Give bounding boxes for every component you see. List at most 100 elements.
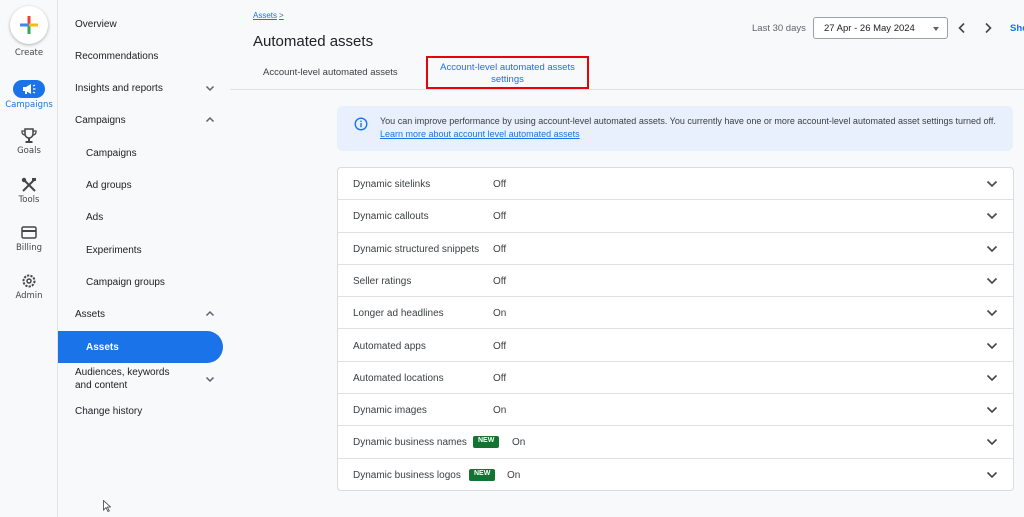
rail-label-billing: Billing [15,243,43,253]
info-text: You can improve performance by using acc… [380,116,996,126]
nav-label: Assets [86,341,119,353]
rail-item-billing[interactable]: Billing [0,225,58,253]
info-icon [354,117,368,131]
nav-label: Campaign groups [86,276,165,288]
chevron-down-icon [205,85,215,92]
nav-item-change-history[interactable]: Change history [58,398,230,424]
nav-label: Insights and reports [75,82,163,94]
info-banner: You can improve performance by using acc… [337,106,1013,151]
chevron-down-icon[interactable] [986,210,998,222]
chevron-up-icon [205,310,215,317]
setting-row-dynamic-callouts[interactable]: Dynamic callouts Off [338,200,1013,233]
setting-name: Seller ratings [353,275,412,287]
chevron-down-icon[interactable] [986,178,998,190]
tools-icon [21,177,36,192]
setting-row-longer-ad-headlines[interactable]: Longer ad headlines On [338,297,1013,330]
chevron-down-icon[interactable] [986,307,998,319]
chevron-down-icon[interactable] [986,404,998,416]
setting-row-dynamic-sitelinks[interactable]: Dynamic sitelinks Off [338,168,1013,201]
nav-item-campaign-groups[interactable]: Campaign groups [58,269,230,295]
nav-item-audiences[interactable]: Audiences, keywords and content [58,365,230,393]
tab-account-level-assets[interactable]: Account-level automated assets [263,67,398,78]
dropdown-caret-icon [933,27,939,31]
show-link[interactable]: Sho [1010,23,1024,34]
nav-label: Campaigns [86,147,137,159]
setting-row-dynamic-business-names[interactable]: Dynamic business names NEW On [338,426,1013,459]
mouse-cursor-icon [103,500,111,512]
chevron-down-icon[interactable] [986,372,998,384]
rail-label-goals: Goals [17,146,41,156]
nav-item-ad-groups[interactable]: Ad groups [58,172,230,198]
rail-item-tools[interactable]: Tools [0,177,58,205]
breadcrumb-separator: > [279,11,284,20]
nav-label: Experiments [86,244,142,256]
setting-name: Dynamic images [353,405,427,417]
chevron-left-icon[interactable] [955,21,969,35]
tab-label-line1: Account-level automated assets [440,62,575,73]
tab-account-level-settings[interactable]: Account-level automated assets settings [426,56,589,89]
nav-item-campaigns[interactable]: Campaigns [58,107,230,133]
setting-name: Dynamic callouts [353,211,429,223]
settings-list: Dynamic sitelinks Off Dynamic callouts O… [337,167,1014,491]
setting-row-dynamic-images[interactable]: Dynamic images On [338,394,1013,427]
setting-name: Automated apps [353,340,426,352]
tab-divider [230,89,1024,90]
rail-label-campaigns: Campaigns [5,100,53,110]
breadcrumb-link[interactable]: Assets [253,11,277,20]
date-range-label: Last 30 days [752,23,806,34]
setting-name: Dynamic business names [353,437,467,449]
nav-label: Ad groups [86,179,132,191]
breadcrumb[interactable]: Assets > [253,11,284,20]
nav-item-ads[interactable]: Ads [58,204,230,230]
nav-item-assets[interactable]: Assets [58,301,230,327]
setting-status: On [493,308,507,320]
chevron-down-icon[interactable] [986,275,998,287]
tab-label-line2: settings [491,74,524,85]
setting-status: On [493,405,507,417]
setting-row-automated-locations[interactable]: Automated locations Off [338,362,1013,395]
setting-status: Off [493,211,507,223]
date-range-picker[interactable]: 27 Apr - 26 May 2024 [813,17,948,39]
setting-name: Dynamic sitelinks [353,179,431,190]
nav-item-campaigns-sub[interactable]: Campaigns [58,140,230,166]
setting-status: Off [493,179,507,190]
chevron-down-icon[interactable] [986,469,998,481]
new-badge: NEW [469,468,496,481]
nav-item-insights[interactable]: Insights and reports [58,75,230,101]
rail-item-campaigns[interactable]: Campaigns [0,80,58,110]
main-content: Assets > Automated assets Last 30 days 27… [230,0,1024,517]
setting-row-dynamic-business-logos[interactable]: Dynamic business logos NEW On [338,459,1013,491]
chevron-down-icon[interactable] [986,340,998,352]
megaphone-icon [23,84,36,94]
plus-icon [20,16,38,34]
nav-label: Assets [75,308,106,320]
chevron-up-icon [205,116,215,123]
rail-item-admin[interactable]: Admin [0,273,58,301]
gear-icon [22,274,36,288]
nav-label: Change history [75,405,143,417]
setting-row-automated-apps[interactable]: Automated apps Off [338,330,1013,362]
nav-item-experiments[interactable]: Experiments [58,237,230,263]
learn-more-link[interactable]: Learn more about account level automated… [380,129,580,139]
chevron-right-icon[interactable] [981,21,995,35]
credit-card-icon [21,226,37,239]
setting-name: Longer ad headlines [353,308,444,320]
setting-name: Dynamic structured snippets [353,243,480,255]
nav-item-assets-sub[interactable]: Assets [58,331,223,363]
setting-status: Off [493,243,507,255]
side-nav: Overview Recommendations Insights and re… [58,0,230,517]
nav-item-overview[interactable]: Overview [58,11,230,37]
chevron-down-icon[interactable] [986,243,998,255]
setting-row-seller-ratings[interactable]: Seller ratings Off [338,265,1013,298]
setting-status: Off [493,340,507,352]
nav-label: Overview [75,18,117,30]
setting-status: On [512,437,526,449]
setting-status: On [507,469,521,481]
chevron-down-icon[interactable] [986,436,998,448]
nav-item-recommendations[interactable]: Recommendations [58,43,230,69]
setting-row-dynamic-structured-snippets[interactable]: Dynamic structured snippets Off [338,233,1013,265]
rail-item-goals[interactable]: Goals [0,128,58,156]
trophy-icon [21,128,37,143]
create-button[interactable] [10,6,48,44]
nav-label: Campaigns [75,114,126,126]
